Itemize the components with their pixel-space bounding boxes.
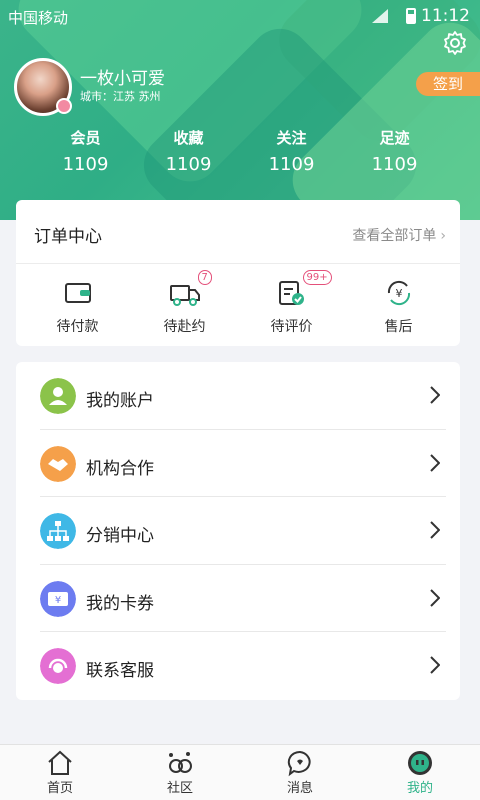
checkin-button[interactable]: 签到 xyxy=(416,72,480,96)
message-icon xyxy=(287,750,311,777)
bottom-tab-bar: 首页 社区 消息 我的 xyxy=(0,744,480,800)
handshake-icon xyxy=(40,445,76,482)
avatar-heart-icon xyxy=(56,98,72,114)
review-clipboard-icon xyxy=(278,281,304,305)
tab-label: 消息 xyxy=(286,781,313,796)
menu-card: 我的账户 机构合作 分销中心 ¥ 我的卡券 联系客服 xyxy=(16,362,460,700)
menu-label: 分销中心 xyxy=(86,526,154,547)
profile-icon xyxy=(408,751,432,775)
home-icon xyxy=(48,750,72,775)
order-item-label: 待评价 xyxy=(270,319,313,335)
stat-label: 收藏 xyxy=(173,129,204,147)
community-icon xyxy=(169,752,192,773)
svg-text:¥: ¥ xyxy=(395,287,402,300)
tab-label: 首页 xyxy=(46,781,73,796)
user-city: 城市：江苏 苏州 xyxy=(80,90,161,103)
stat-member[interactable]: 会员 1109 xyxy=(46,127,126,177)
battery-icon xyxy=(406,8,416,24)
user-name: 一枚小可爱 xyxy=(80,69,165,89)
account-icon xyxy=(40,378,76,414)
order-status-row: 待付款 7 待赴约 99+ 待评价 ¥ 售后 xyxy=(16,270,460,336)
menu-label: 我的卡券 xyxy=(86,593,154,614)
menu-label: 机构合作 xyxy=(86,458,154,479)
carrier-name: 中国移动 xyxy=(8,9,69,27)
tab-profile[interactable]: 我的 xyxy=(360,745,480,800)
stat-favorites[interactable]: 收藏 1109 xyxy=(149,127,229,177)
chevron-right-icon xyxy=(430,521,440,539)
clock: 11:12 xyxy=(421,6,470,26)
stat-value: 1109 xyxy=(268,154,315,175)
stat-label: 足迹 xyxy=(379,129,410,147)
menu-item-coupons[interactable]: ¥ 我的卡券 xyxy=(40,565,446,633)
order-pending-review[interactable]: 99+ 待评价 xyxy=(247,270,337,336)
tab-community[interactable]: 社区 xyxy=(120,745,240,800)
order-item-label: 待付款 xyxy=(56,319,99,335)
tab-home[interactable]: 首页 xyxy=(0,745,120,800)
chevron-right-icon xyxy=(430,589,440,607)
order-item-label: 售后 xyxy=(384,319,413,335)
distribution-tree-icon xyxy=(40,513,76,550)
stat-label: 会员 xyxy=(70,129,101,147)
menu-label: 我的账户 xyxy=(86,391,154,411)
chevron-right-icon xyxy=(430,656,440,675)
tab-label: 社区 xyxy=(166,781,193,796)
stat-value: 1109 xyxy=(62,154,109,175)
stat-label: 关注 xyxy=(276,129,307,147)
coupon-icon: ¥ xyxy=(40,580,76,617)
chevron-right-icon xyxy=(430,386,440,404)
order-pending-appointment[interactable]: 7 待赴约 xyxy=(140,270,230,336)
stat-value: 1109 xyxy=(165,154,212,175)
wallet-icon xyxy=(64,283,91,303)
signal-icon xyxy=(372,9,388,23)
chevron-right-icon xyxy=(430,453,440,472)
status-bar: 中国移动 11:12 xyxy=(0,0,480,32)
order-center-title: 订单中心 xyxy=(34,227,102,247)
order-pending-payment[interactable]: 待付款 xyxy=(33,278,123,336)
badge-count: 7 xyxy=(197,270,212,285)
order-center-card: 订单中心 查看全部订单 › 待付款 7 待赴约 99+ 待评价 ¥ 售后 xyxy=(16,200,460,346)
customer-service-icon xyxy=(40,648,76,685)
order-item-label: 待赴约 xyxy=(163,319,206,335)
truck-icon xyxy=(169,285,200,306)
tab-messages[interactable]: 消息 xyxy=(240,745,360,800)
stat-value: 1109 xyxy=(371,154,418,175)
view-all-orders-label: 查看全部订单 xyxy=(352,228,437,244)
yen-refresh-icon: ¥ xyxy=(387,280,410,306)
menu-label: 联系客服 xyxy=(86,661,154,682)
svg-text:¥: ¥ xyxy=(55,595,61,606)
menu-item-account[interactable]: 我的账户 xyxy=(40,362,446,430)
stat-following[interactable]: 关注 1109 xyxy=(252,127,332,177)
order-after-sales[interactable]: ¥ 售后 xyxy=(354,278,444,336)
menu-item-distribution[interactable]: 分销中心 xyxy=(40,497,446,565)
menu-item-partnership[interactable]: 机构合作 xyxy=(40,430,446,498)
badge-count: 99+ xyxy=(302,270,332,285)
profile-header xyxy=(0,0,480,220)
tab-label: 我的 xyxy=(406,781,433,796)
order-center-header: 订单中心 查看全部订单 › xyxy=(16,200,460,264)
chevron-right-icon: › xyxy=(440,228,446,244)
menu-item-customer-service[interactable]: 联系客服 xyxy=(40,632,446,700)
view-all-orders-link[interactable]: 查看全部订单 › xyxy=(352,225,446,245)
stat-footprints[interactable]: 足迹 1109 xyxy=(355,127,435,177)
settings-gear-icon[interactable] xyxy=(442,30,468,56)
stats-row: 会员 1109 收藏 1109 关注 1109 足迹 1109 xyxy=(0,127,480,177)
